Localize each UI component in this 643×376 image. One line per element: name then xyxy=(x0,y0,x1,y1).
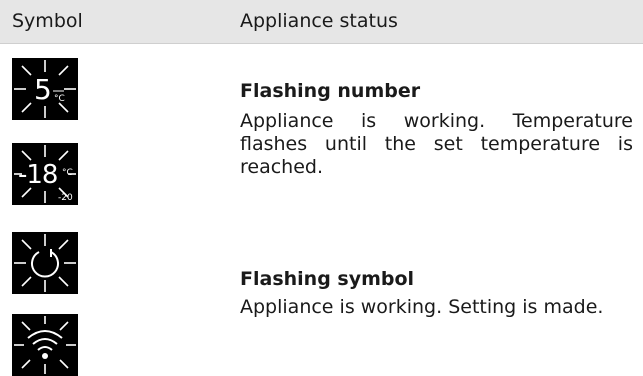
flashing-5-celsius-icon: 5 °C xyxy=(12,58,78,120)
row-description-flashing-symbol: Appliance is working. Setting is made. xyxy=(240,296,604,318)
flashing-minus-18-celsius-icon: -18 °C -20 xyxy=(12,143,78,205)
row-description-flashing-number: Appliance is working. Temperature flashe… xyxy=(240,110,633,178)
symbol-column-header: Symbol xyxy=(12,10,83,32)
temperature-value: -18 xyxy=(18,160,57,190)
temperature-unit: °C xyxy=(62,168,73,178)
table-header: Symbol Appliance status xyxy=(0,0,643,44)
row-title-flashing-symbol: Flashing symbol xyxy=(240,268,415,290)
flashing-wifi-icon xyxy=(12,314,78,376)
row-title-flashing-number: Flashing number xyxy=(240,80,421,102)
flashing-power-icon xyxy=(12,232,78,294)
temperature-range-value: -20 xyxy=(58,193,73,203)
temperature-unit: °C xyxy=(54,94,65,104)
status-column-header: Appliance status xyxy=(240,10,398,32)
temperature-value: 5 xyxy=(34,73,52,106)
